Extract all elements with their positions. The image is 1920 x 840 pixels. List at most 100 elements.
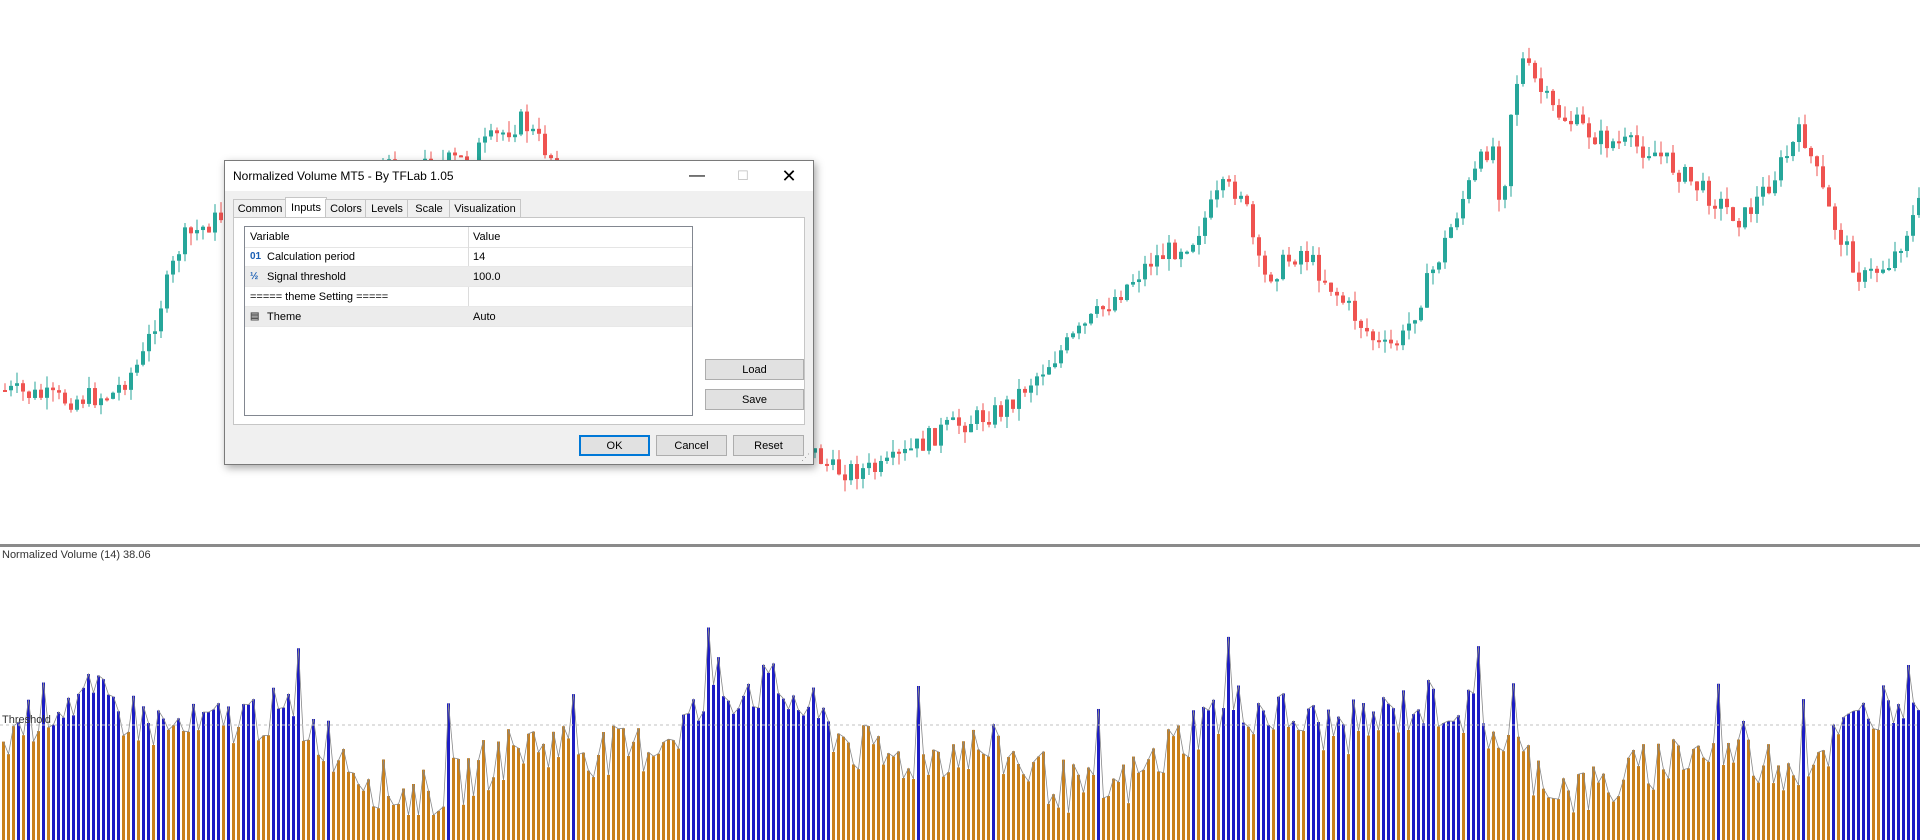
volume-bar bbox=[207, 712, 210, 840]
volume-bar bbox=[1112, 778, 1115, 840]
volume-bar bbox=[1272, 729, 1275, 840]
volume-bar bbox=[1032, 762, 1035, 840]
candle bbox=[1899, 248, 1903, 263]
candle bbox=[519, 109, 523, 137]
volume-bar bbox=[1327, 709, 1330, 840]
input-row-theme[interactable]: ▤ Theme Auto bbox=[245, 307, 692, 327]
volume-bar bbox=[537, 752, 540, 840]
tab-visualization[interactable]: Visualization bbox=[449, 199, 521, 217]
volume-bar bbox=[502, 780, 505, 840]
candle bbox=[1641, 136, 1645, 169]
volume-bar bbox=[877, 736, 880, 840]
candle bbox=[1077, 322, 1081, 340]
volume-bar bbox=[1912, 702, 1915, 840]
volume-bar bbox=[1647, 783, 1650, 840]
candle bbox=[1365, 318, 1369, 337]
candle bbox=[171, 256, 175, 283]
tab-scale[interactable]: Scale bbox=[407, 199, 451, 217]
volume-bar bbox=[1117, 781, 1120, 840]
candle bbox=[1455, 212, 1459, 231]
row-value[interactable]: 100.0 bbox=[473, 271, 501, 283]
volume-bar bbox=[77, 693, 80, 840]
volume-bar bbox=[1057, 807, 1060, 840]
candle bbox=[123, 381, 127, 396]
candle bbox=[1821, 155, 1825, 190]
volume-bar bbox=[1002, 774, 1005, 840]
volume-bar bbox=[697, 720, 700, 840]
candle bbox=[867, 453, 871, 475]
candle bbox=[1413, 319, 1417, 334]
row-value[interactable]: 14 bbox=[473, 251, 485, 263]
input-row-signal-threshold[interactable]: ½ Signal threshold 100.0 bbox=[245, 267, 692, 287]
close-icon[interactable]: ✕ bbox=[766, 161, 812, 191]
volume-bar bbox=[1852, 711, 1855, 840]
candle bbox=[909, 438, 913, 451]
volume-bar bbox=[152, 745, 155, 840]
candle bbox=[1611, 138, 1615, 151]
candle bbox=[1059, 345, 1063, 368]
dialog-titlebar[interactable]: Normalized Volume MT5 - By TFLab 1.05 — … bbox=[225, 161, 813, 191]
inputs-panel: Variable Value 01 Calculation period 14 … bbox=[233, 217, 805, 425]
candle bbox=[843, 464, 847, 492]
volume-bar bbox=[872, 744, 875, 840]
candle bbox=[111, 391, 115, 400]
input-row-calculation-period[interactable]: 01 Calculation period 14 bbox=[245, 247, 692, 267]
volume-bar bbox=[1007, 757, 1010, 840]
tab-inputs[interactable]: Inputs bbox=[285, 197, 327, 218]
candle bbox=[141, 342, 145, 367]
volume-bar bbox=[1692, 749, 1695, 840]
cancel-button[interactable]: Cancel bbox=[656, 435, 727, 456]
volume-bar bbox=[1102, 797, 1105, 840]
volume-bar bbox=[262, 735, 265, 840]
candle bbox=[1677, 169, 1681, 193]
volume-bar bbox=[1302, 730, 1305, 840]
volume-bar bbox=[1432, 688, 1435, 840]
candle bbox=[1779, 150, 1783, 187]
candle bbox=[1281, 249, 1285, 281]
volume-bar bbox=[1697, 745, 1700, 840]
volume-bar bbox=[627, 755, 630, 840]
volume-bar bbox=[567, 738, 570, 840]
candle bbox=[1539, 67, 1543, 104]
volume-bar bbox=[1762, 765, 1765, 840]
volume-bar bbox=[127, 731, 130, 840]
input-row-theme-setting-header[interactable]: ===== theme Setting ===== bbox=[245, 287, 692, 307]
volume-bar bbox=[1447, 720, 1450, 840]
volume-bar bbox=[1462, 732, 1465, 840]
save-button[interactable]: Save bbox=[705, 389, 804, 410]
volume-bar bbox=[1052, 794, 1055, 840]
resize-grip-icon[interactable]: ⋰ bbox=[801, 452, 811, 462]
volume-bar bbox=[997, 735, 1000, 840]
volume-bar bbox=[1727, 743, 1730, 840]
volume-bar bbox=[1197, 749, 1200, 840]
candle bbox=[1143, 255, 1147, 287]
volume-bar bbox=[1777, 765, 1780, 840]
tab-common[interactable]: Common bbox=[233, 199, 287, 217]
volume-bar bbox=[1787, 763, 1790, 840]
volume-bar bbox=[1167, 729, 1170, 840]
candle bbox=[1311, 246, 1315, 266]
volume-bar bbox=[837, 733, 840, 840]
candle bbox=[1827, 184, 1831, 207]
load-button[interactable]: Load bbox=[705, 359, 804, 380]
tab-colors[interactable]: Colors bbox=[325, 199, 367, 217]
volume-bar bbox=[82, 687, 85, 840]
candle bbox=[1575, 107, 1579, 126]
row-value[interactable]: Auto bbox=[473, 311, 496, 323]
candle bbox=[1743, 207, 1747, 230]
volume-bar bbox=[407, 815, 410, 840]
indicator-chart[interactable] bbox=[0, 547, 1920, 840]
volume-bar bbox=[1357, 730, 1360, 840]
volume-bar bbox=[857, 769, 860, 840]
ok-button[interactable]: OK bbox=[579, 435, 650, 456]
volume-bar bbox=[1337, 716, 1340, 840]
candle bbox=[1665, 152, 1669, 164]
candle bbox=[1509, 114, 1513, 197]
volume-bar bbox=[337, 760, 340, 840]
candle bbox=[1053, 351, 1057, 369]
tab-levels[interactable]: Levels bbox=[365, 199, 409, 217]
candle bbox=[1359, 319, 1363, 339]
volume-bar bbox=[1657, 743, 1660, 840]
reset-button[interactable]: Reset bbox=[733, 435, 804, 456]
minimize-icon[interactable]: — bbox=[674, 161, 720, 191]
